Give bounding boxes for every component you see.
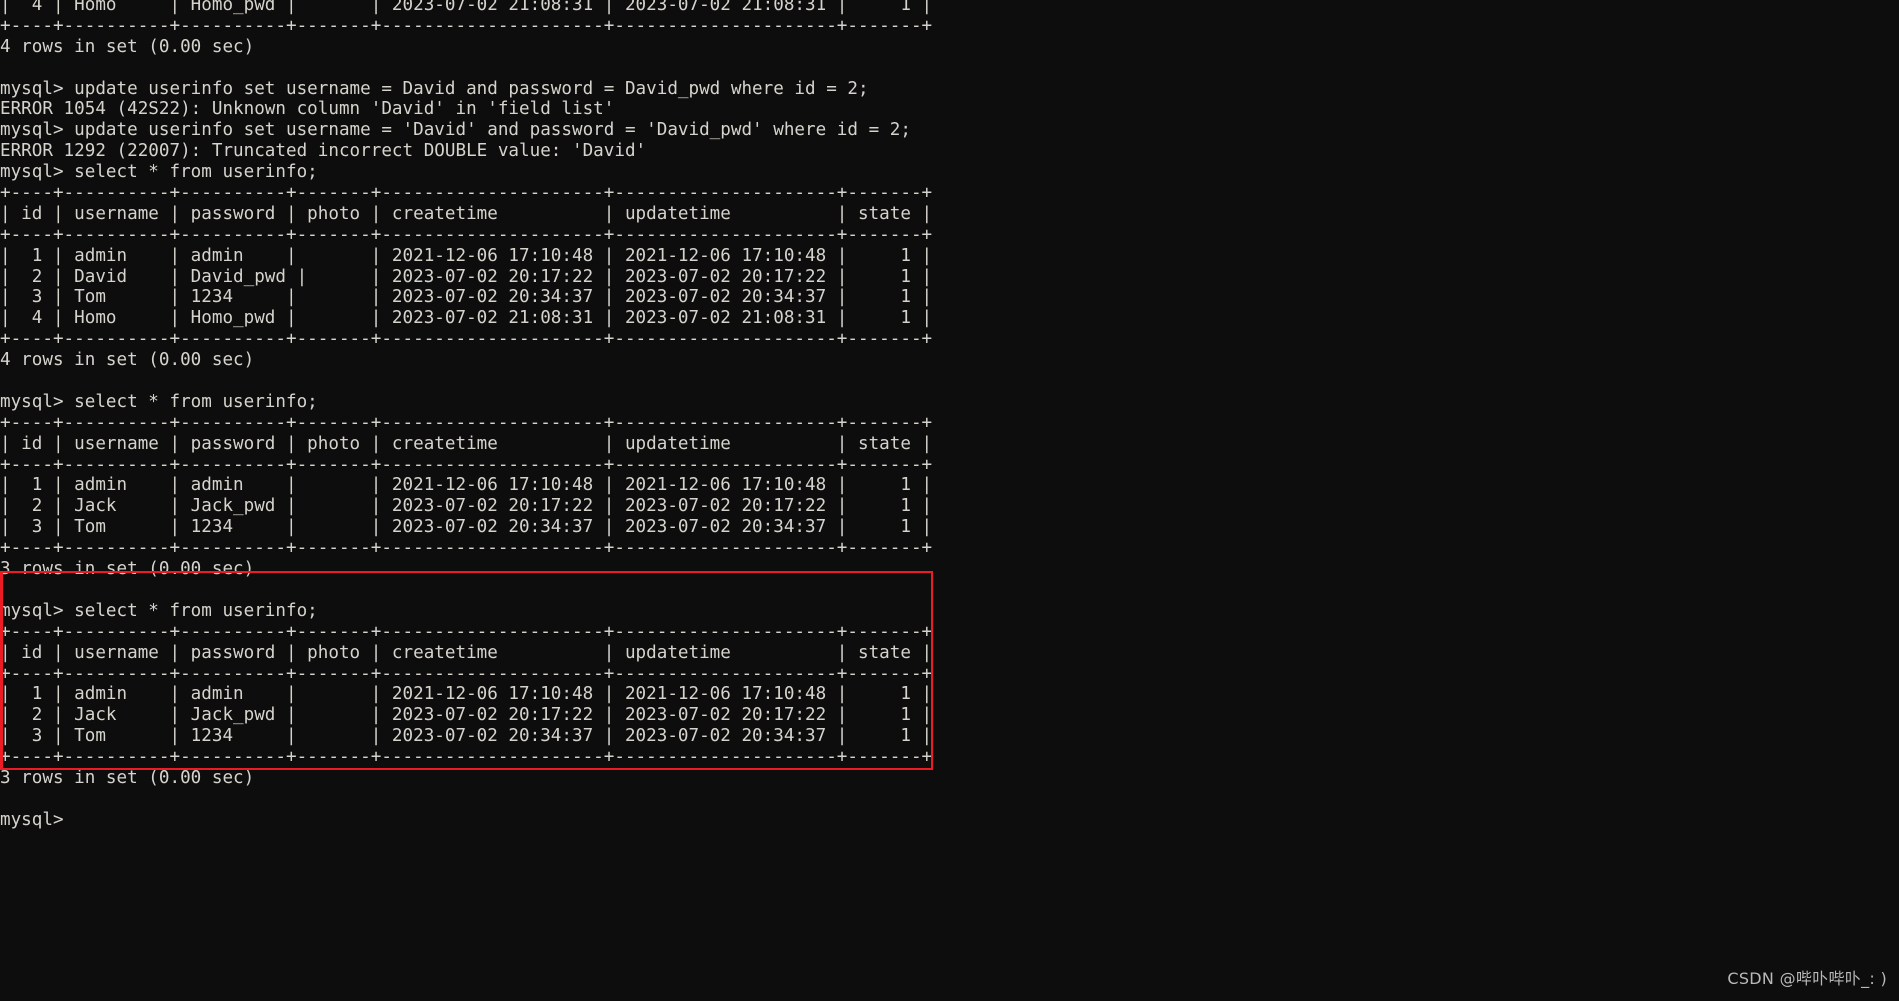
terminal-line: | 3 | Tom | 1234 | | 2023-07-02 20:34:37… xyxy=(0,726,933,747)
terminal-line: | 3 | Tom | 1234 | | 2023-07-02 20:34:37… xyxy=(0,517,933,538)
terminal-line: | id | username | password | photo | cre… xyxy=(0,433,933,454)
terminal-line: +----+----------+----------+-------+----… xyxy=(0,621,933,642)
terminal-line: 3 rows in set (0.00 sec) xyxy=(0,767,255,788)
terminal-line: +----+----------+----------+-------+----… xyxy=(0,412,933,433)
terminal-output-area[interactable]: | 4 | Homo | Homo_pwd | | 2023-07-02 21:… xyxy=(0,0,932,831)
terminal-line: mysql> update userinfo set username = 'D… xyxy=(0,120,911,141)
terminal-line: mysql> select * from userinfo; xyxy=(0,391,318,412)
terminal-line: | 1 | admin | admin | | 2021-12-06 17:10… xyxy=(0,475,933,496)
terminal-line: | 1 | admin | admin | | 2021-12-06 17:10… xyxy=(0,245,933,266)
terminal-line: mysql> select * from userinfo; xyxy=(0,162,318,183)
terminal-line: 4 rows in set (0.00 sec) xyxy=(0,36,255,57)
mysql-terminal-window[interactable]: | 4 | Homo | Homo_pwd | | 2023-07-02 21:… xyxy=(0,0,1899,1001)
terminal-line: | 4 | Homo | Homo_pwd | | 2023-07-02 21:… xyxy=(0,308,933,329)
terminal-line: | 2 | David | David_pwd | | 2023-07-02 2… xyxy=(0,266,933,287)
terminal-line: +----+----------+----------+-------+----… xyxy=(0,538,933,559)
terminal-line: +----+----------+----------+-------+----… xyxy=(0,15,933,36)
terminal-line: ERROR 1292 (22007): Truncated incorrect … xyxy=(0,141,647,162)
csdn-watermark: CSDN @哔卟哔卟_: ) xyxy=(1727,969,1887,988)
terminal-line: | 3 | Tom | 1234 | | 2023-07-02 20:34:37… xyxy=(0,287,933,308)
terminal-line: 4 rows in set (0.00 sec) xyxy=(0,350,255,371)
terminal-line: ERROR 1054 (42S22): Unknown column 'Davi… xyxy=(0,99,615,120)
terminal-line: | 2 | Jack | Jack_pwd | | 2023-07-02 20:… xyxy=(0,496,933,517)
terminal-line: +----+----------+----------+-------+----… xyxy=(0,663,933,684)
terminal-line: | id | username | password | photo | cre… xyxy=(0,642,933,663)
terminal-line: | 4 | Homo | Homo_pwd | | 2023-07-02 21:… xyxy=(0,0,933,15)
terminal-line: +----+----------+----------+-------+----… xyxy=(0,224,933,245)
terminal-line: +----+----------+----------+-------+----… xyxy=(0,329,933,350)
terminal-line: +----+----------+----------+-------+----… xyxy=(0,183,933,204)
terminal-line: +----+----------+----------+-------+----… xyxy=(0,454,933,475)
terminal-line: mysql> update userinfo set username = Da… xyxy=(0,78,869,99)
terminal-line: mysql> select * from userinfo; xyxy=(0,600,318,621)
terminal-line: | 1 | admin | admin | | 2021-12-06 17:10… xyxy=(0,684,933,705)
terminal-line: | 2 | Jack | Jack_pwd | | 2023-07-02 20:… xyxy=(0,705,933,726)
terminal-line: mysql> xyxy=(0,809,64,830)
terminal-line: | id | username | password | photo | cre… xyxy=(0,203,933,224)
terminal-line: +----+----------+----------+-------+----… xyxy=(0,747,933,768)
terminal-line: 3 rows in set (0.00 sec) xyxy=(0,559,255,580)
